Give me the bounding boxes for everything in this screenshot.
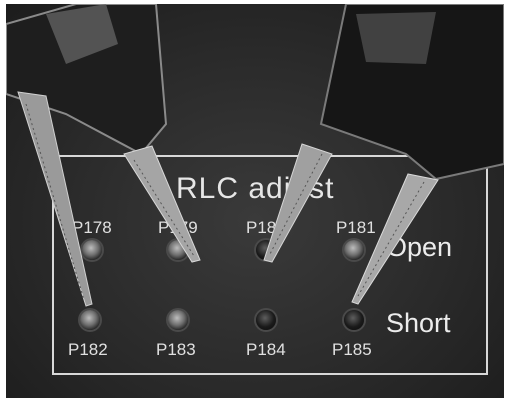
right-probe-tip-left (263, 143, 333, 263)
pcb-panel: RLC adjust P178 P179 P180 P181 Open Shor… (6, 4, 504, 398)
tweezer-probes (6, 4, 504, 307)
left-probe-tip-inner (123, 145, 201, 263)
left-probe-tip-outer (17, 91, 93, 307)
photo-scene: RLC adjust P178 P179 P180 P181 Open Shor… (0, 0, 508, 403)
right-tweezer-highlight (356, 12, 436, 64)
right-probe-tip-right (351, 173, 439, 305)
